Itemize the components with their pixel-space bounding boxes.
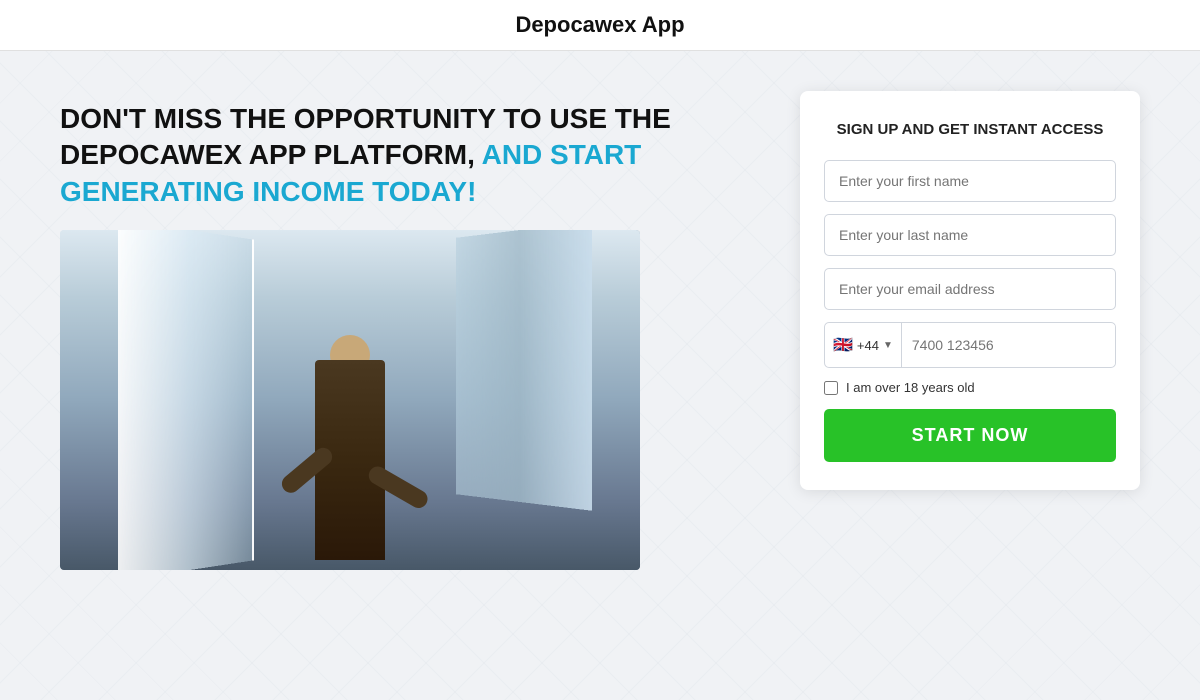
- phone-country-selector[interactable]: 🇬🇧 +44 ▼: [825, 323, 902, 367]
- building-right: [456, 230, 592, 511]
- hero-image: [60, 230, 640, 570]
- age-checkbox-group: I am over 18 years old: [824, 380, 1116, 395]
- building-left: [118, 230, 254, 570]
- flag-icon: 🇬🇧: [833, 335, 853, 355]
- start-now-button[interactable]: START NOW: [824, 409, 1116, 462]
- signup-title: SIGN UP AND GET INSTANT ACCESS: [824, 119, 1116, 140]
- first-name-group: [824, 160, 1116, 202]
- left-section: DON'T MISS THE OPPORTUNITY TO USE THE DE…: [60, 91, 740, 570]
- email-group: [824, 268, 1116, 310]
- site-title: Depocawex App: [0, 12, 1200, 38]
- country-code: +44: [857, 338, 879, 353]
- last-name-group: [824, 214, 1116, 256]
- last-name-input[interactable]: [824, 214, 1116, 256]
- chevron-down-icon: ▼: [883, 340, 893, 351]
- main-headline: DON'T MISS THE OPPORTUNITY TO USE THE DE…: [60, 101, 740, 210]
- first-name-input[interactable]: [824, 160, 1116, 202]
- phone-group: 🇬🇧 +44 ▼: [824, 322, 1116, 368]
- main-content: DON'T MISS THE OPPORTUNITY TO USE THE DE…: [0, 51, 1200, 610]
- age-checkbox[interactable]: [824, 381, 838, 395]
- person-silhouette: [260, 300, 440, 560]
- phone-input[interactable]: [902, 325, 1115, 365]
- page-header: Depocawex App: [0, 0, 1200, 51]
- age-checkbox-label[interactable]: I am over 18 years old: [846, 380, 975, 395]
- signup-panel: SIGN UP AND GET INSTANT ACCESS 🇬🇧 +44 ▼ …: [800, 91, 1140, 490]
- email-input[interactable]: [824, 268, 1116, 310]
